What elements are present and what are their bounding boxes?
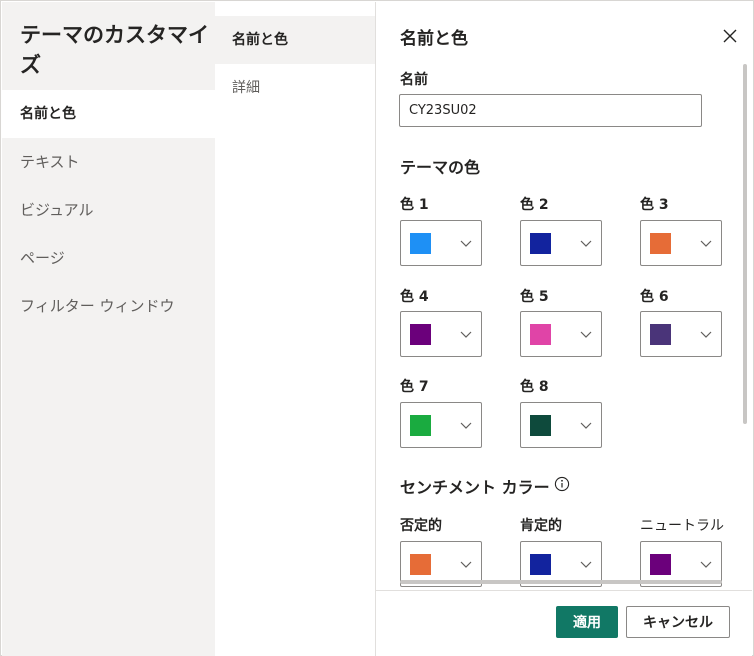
left-nav: テーマのカスタマイズ 名前と色 テキスト ビジュアル ページ フィルター ウィン… [2,2,215,656]
content-panel: 名前と色 名前 テーマの色 色 1 色 2 色 3 色 4 色 5 色 6 色 … [376,2,752,656]
color-swatch [530,233,551,254]
color-5-picker[interactable] [520,311,602,357]
sub-nav-item-name-and-colors[interactable]: 名前と色 [215,16,375,64]
color-7-picker[interactable] [400,402,482,448]
name-label: 名前 [400,72,428,88]
chevron-down-icon [580,561,592,568]
color-swatch [530,324,551,345]
neutral-label: ニュートラル [640,518,724,534]
chevron-down-icon [460,240,472,247]
color-8-label: 色 8 [520,379,549,395]
apply-button[interactable]: 適用 [556,606,618,638]
color-swatch [650,554,671,575]
positive-label: 肯定的 [520,518,562,534]
theme-name-input[interactable] [399,94,702,127]
nav-item-filter-pane[interactable]: フィルター ウィンドウ [2,282,215,330]
color-2-picker[interactable] [520,220,602,266]
color-4-picker[interactable] [400,311,482,357]
chevron-down-icon [460,331,472,338]
color-swatch [530,415,551,436]
nav-item-name-and-colors[interactable]: 名前と色 [2,90,215,138]
color-6-label: 色 6 [640,289,669,305]
color-2-label: 色 2 [520,197,549,213]
color-1-picker[interactable] [400,220,482,266]
color-swatch [410,415,431,436]
nav-item-page[interactable]: ページ [2,234,215,282]
color-7-label: 色 7 [400,379,429,395]
chevron-down-icon [580,240,592,247]
nav-item-text[interactable]: テキスト [2,138,215,186]
negative-label: 否定的 [400,518,442,534]
chevron-down-icon [460,561,472,568]
vertical-scrollbar[interactable] [743,64,747,424]
color-swatch [410,324,431,345]
color-swatch [410,233,431,254]
color-1-label: 色 1 [400,197,429,213]
theme-colors-heading: テーマの色 [400,158,481,177]
sub-nav: 名前と色 詳細 [215,2,376,656]
chevron-down-icon [700,331,712,338]
nav-item-visuals[interactable]: ビジュアル [2,186,215,234]
sub-nav-item-advanced[interactable]: 詳細 [215,64,375,112]
color-swatch [650,324,671,345]
chevron-down-icon [580,331,592,338]
color-3-picker[interactable] [640,220,722,266]
chevron-down-icon [460,422,472,429]
close-icon[interactable] [720,26,740,46]
footer-divider [376,590,752,591]
color-swatch [530,554,551,575]
dialog-title: テーマのカスタマイズ [20,23,209,77]
info-icon[interactable] [554,476,570,492]
chevron-down-icon [700,561,712,568]
color-swatch [410,554,431,575]
panel-title: 名前と色 [400,29,468,49]
color-6-picker[interactable] [640,311,722,357]
chevron-down-icon [700,240,712,247]
cancel-button[interactable]: キャンセル [626,606,730,638]
color-8-picker[interactable] [520,402,602,448]
sentiment-colors-heading: センチメント カラー [400,478,550,497]
horizontal-scrollbar[interactable] [400,580,722,584]
color-3-label: 色 3 [640,197,669,213]
color-swatch [650,233,671,254]
color-5-label: 色 5 [520,289,549,305]
chevron-down-icon [580,422,592,429]
color-4-label: 色 4 [400,289,429,305]
